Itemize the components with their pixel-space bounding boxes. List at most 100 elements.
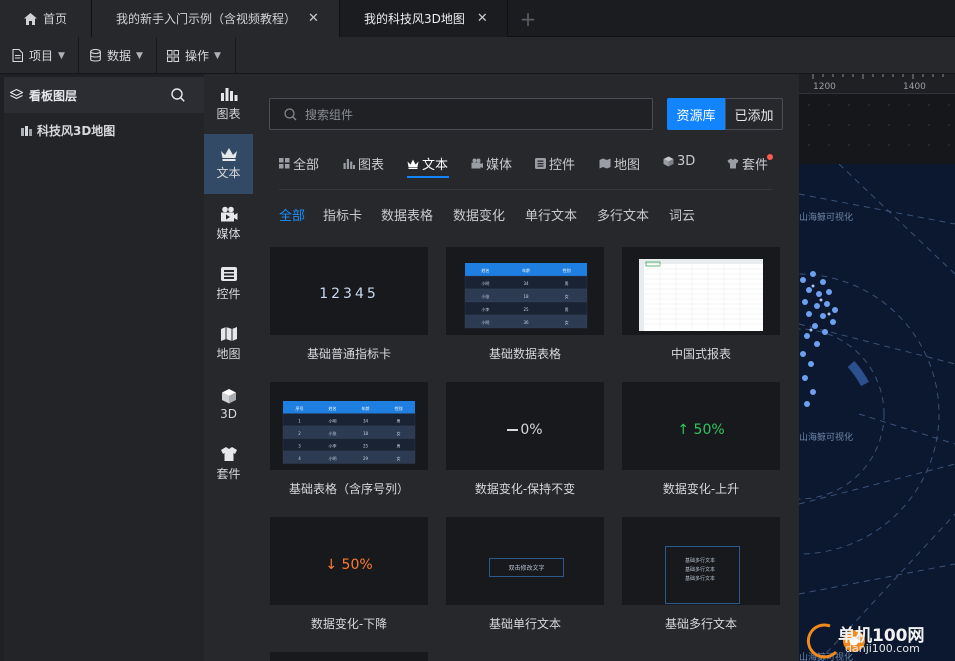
- table-cell: 18: [523, 294, 529, 299]
- control-panel-icon: [535, 158, 546, 169]
- category-control-label: 控件: [216, 287, 241, 301]
- table-header-cell: 年龄: [522, 267, 530, 273]
- card-label: 基础表格（含序号列）: [288, 482, 409, 496]
- component-card[interactable]: [270, 652, 428, 661]
- spreadsheet-preview: [639, 259, 763, 331]
- active-tab-indicator: [407, 176, 449, 178]
- crown-icon: [407, 159, 419, 169]
- dash-icon: [507, 429, 519, 431]
- chevron-down-icon: ▼: [58, 50, 65, 61]
- tab-tutorial[interactable]: 我的新手入门示例（含视频教程） ✕: [92, 0, 340, 37]
- change-flat-value: 0%: [446, 422, 604, 438]
- map-graphics: [799, 164, 955, 661]
- table-cell: 女: [397, 455, 401, 461]
- component-card[interactable]: 序号 姓名 年龄 性别 1 小明 34 男 2 小张 18 女 3 小李 25 男 4 小明 29 女 基础表格（含序…: [270, 382, 428, 497]
- component-panel: 搜索组件 资源库 已添加 全部 图表 文本 媒体 控件 地图 3D 套件 全部 …: [253, 74, 799, 661]
- card-label: 数据变化-下降: [310, 617, 388, 631]
- table-cell: 小明: [481, 319, 489, 325]
- type-tab-control-label: 控件: [549, 158, 576, 173]
- site-url: danji100.com: [845, 642, 920, 655]
- added-button[interactable]: 已添加: [725, 98, 783, 130]
- table-cell: 小明: [329, 455, 337, 461]
- operation-label: 操作: [185, 49, 210, 63]
- database-icon: [90, 49, 101, 62]
- table-cell: 小张: [481, 293, 489, 299]
- operation-menu[interactable]: 操作 ▼: [167, 37, 221, 74]
- tab-map[interactable]: 我的科技风3D地图 ✕: [340, 0, 508, 37]
- category-kit-label: 套件: [216, 467, 241, 481]
- close-icon[interactable]: ✕: [308, 11, 319, 26]
- data-label: 数据: [107, 49, 132, 63]
- sub-tab-data-change[interactable]: 数据变化: [453, 205, 505, 224]
- type-tab-chart[interactable]: 图表: [343, 154, 384, 173]
- library-button[interactable]: 资源库: [667, 98, 725, 130]
- home-icon: [24, 12, 37, 25]
- type-tab-3d-label: 3D: [677, 154, 696, 169]
- sub-tab-single-text[interactable]: 单行文本: [525, 205, 577, 224]
- component-card[interactable]: 双击修改文字 基础单行文本: [446, 517, 604, 632]
- type-tab-media[interactable]: 媒体: [471, 154, 512, 173]
- cube-icon: [221, 388, 236, 403]
- component-card[interactable]: 中国式报表: [622, 247, 780, 362]
- card-thumbnail: 序号 姓名 年龄 性别 1 小明 34 男 2 小张 18 女 3 小李 25 男 4 小明 29 女: [270, 382, 428, 470]
- type-tab-text[interactable]: 文本: [407, 154, 448, 173]
- data-menu[interactable]: 数据 ▼: [90, 37, 143, 74]
- canvas-preview[interactable]: 1200 1400 山海鲸可视化 山海鲸可视化 山海鲸可视化: [799, 74, 955, 661]
- type-tab-map[interactable]: 地图: [599, 154, 640, 173]
- shirt-icon: [727, 158, 739, 169]
- category-chart-label: 图表: [216, 107, 241, 121]
- sub-tab-indicator[interactable]: 指标卡: [323, 205, 362, 224]
- component-card[interactable]: ↑ 50% 数据变化-上升: [622, 382, 780, 497]
- component-card[interactable]: 0% 数据变化-保持不变: [446, 382, 604, 497]
- table-cell: 小明: [481, 280, 489, 286]
- seq-table-preview: 序号 姓名 年龄 性别 1 小明 34 男 2 小张 18 女 3 小李 25 男 4 小明 29 女: [282, 401, 416, 464]
- type-tab-kit[interactable]: 套件: [727, 154, 768, 173]
- table-header-cell: 姓名: [481, 267, 489, 273]
- type-tab-all[interactable]: 全部: [279, 154, 319, 173]
- category-map[interactable]: 地图: [204, 314, 253, 374]
- close-icon[interactable]: ✕: [477, 11, 488, 26]
- card-thumbnail: 12345: [270, 247, 428, 335]
- table-cell: 小李: [329, 442, 337, 448]
- category-chart[interactable]: 图表: [204, 74, 253, 134]
- component-card[interactable]: ↓ 50% 数据变化-下降: [270, 517, 428, 632]
- component-card[interactable]: 12345 基础普通指标卡: [270, 247, 428, 362]
- sub-tab-all[interactable]: 全部: [279, 205, 305, 224]
- card-thumbnail: [270, 652, 428, 661]
- type-tab-control[interactable]: 控件: [535, 154, 575, 173]
- table-header-cell: 姓名: [329, 405, 337, 411]
- table-row: [282, 438, 416, 452]
- table-cell: 18: [363, 431, 369, 436]
- category-media[interactable]: 媒体: [204, 194, 253, 254]
- sub-tab-multi-text[interactable]: 多行文本: [597, 205, 649, 224]
- component-card[interactable]: 姓名 年龄 性别 小明 34 男小张 18 女小李 25 男小明 36 女 基础数据表格: [446, 247, 604, 362]
- table-header-cell: 序号: [296, 405, 304, 411]
- search-input[interactable]: 搜索组件: [269, 98, 653, 130]
- multi-text-line: 基础多行文本: [685, 558, 716, 564]
- sub-tab-data-table[interactable]: 数据表格: [381, 205, 433, 224]
- layers-header: 看板图层: [4, 77, 204, 113]
- tab-map-label: 我的科技风3D地图: [364, 12, 465, 26]
- table-cell: 36: [523, 320, 529, 325]
- table-cell: 1: [298, 418, 301, 423]
- bar-chart-icon: [220, 88, 237, 101]
- category-3d[interactable]: 3D: [204, 374, 253, 434]
- category-text[interactable]: 文本: [204, 134, 253, 194]
- project-menu[interactable]: 项目 ▼: [12, 37, 65, 74]
- category-kit[interactable]: 套件: [204, 434, 253, 494]
- category-control[interactable]: 控件: [204, 254, 253, 314]
- component-card[interactable]: 基础多行文本 基础多行文本 基础多行文本 基础多行文本: [622, 517, 780, 632]
- table-cell: 女: [565, 319, 569, 325]
- search-placeholder: 搜索组件: [305, 107, 354, 122]
- type-tab-3d[interactable]: 3D: [663, 154, 695, 169]
- type-tab-text-label: 文本: [422, 158, 449, 173]
- tab-home[interactable]: 首页: [0, 0, 92, 37]
- search-icon[interactable]: [171, 88, 185, 102]
- layers-title: 看板图层: [29, 88, 78, 103]
- file-icon: [12, 49, 23, 62]
- add-tab-button[interactable]: +: [508, 0, 548, 37]
- tab-divider: [279, 189, 772, 190]
- layer-item[interactable]: 科技风3D地图: [20, 122, 115, 139]
- type-tab-kit-label: 套件: [742, 158, 769, 173]
- sub-tab-word-cloud[interactable]: 词云: [669, 205, 695, 224]
